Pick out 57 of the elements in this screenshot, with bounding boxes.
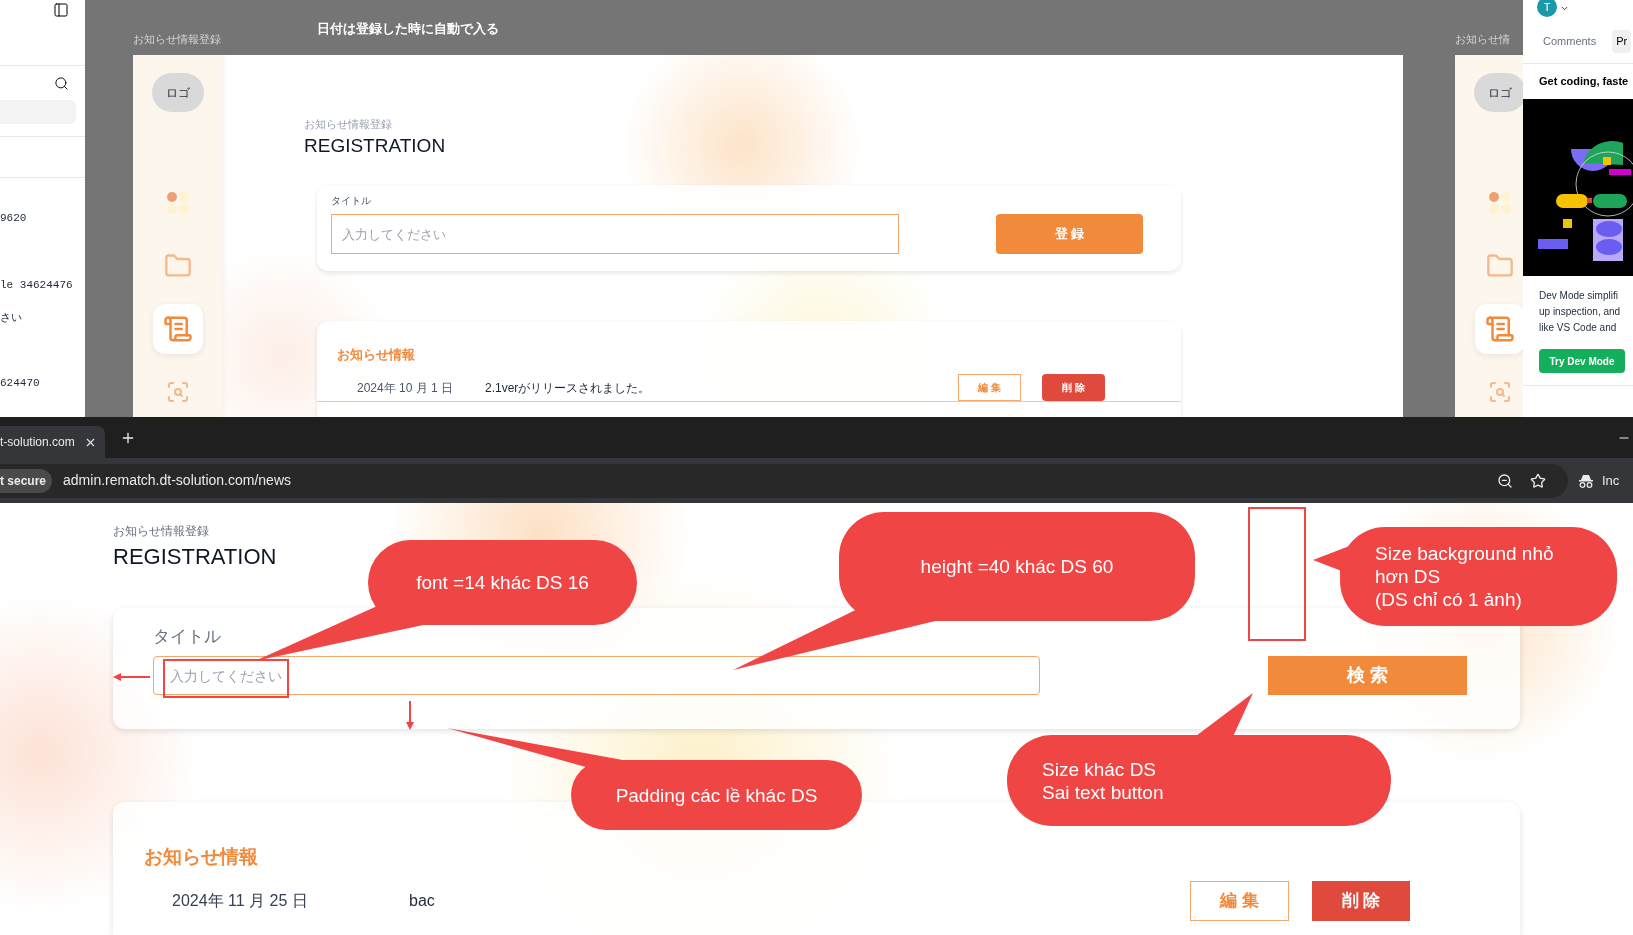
delete-button[interactable]: 削 除 — [1312, 881, 1410, 921]
search-icon — [1487, 380, 1512, 404]
field-label: タイトル — [331, 194, 372, 207]
title-input[interactable]: 入力してください — [153, 656, 1040, 695]
search-icon[interactable] — [54, 76, 69, 91]
frame-label: お知らせ情報登録 — [133, 32, 222, 47]
bookmark-star-icon[interactable] — [1530, 472, 1546, 489]
annotation-text: Size background nhỏ hơn DS (DS chỉ có 1 ảnh) — [1375, 542, 1555, 611]
news-text: bac — [409, 891, 435, 911]
document-icon — [1484, 314, 1515, 344]
page-title: REGISTRATION — [113, 544, 277, 570]
nav-item[interactable] — [152, 304, 203, 354]
page-subtitle: お知らせ情報登録 — [304, 117, 393, 131]
panel-tab[interactable]: Comments — [1539, 30, 1601, 53]
section-heading: お知らせ情報 — [337, 346, 416, 364]
layer-row[interactable]: 9620 — [0, 210, 85, 227]
zoom-icon[interactable] — [1497, 472, 1513, 489]
dots-icon — [164, 190, 191, 216]
search-icon — [165, 380, 190, 404]
title-input[interactable]: 入力してください — [331, 214, 899, 254]
security-chip[interactable]: t secure — [0, 468, 53, 493]
logo: ロゴ — [1473, 73, 1523, 112]
address-bar[interactable]: t secure admin.rematch.dt-solution.com/news — [0, 463, 1568, 498]
news-text: 2.1verがリリースされました。 — [485, 379, 651, 397]
layer-row[interactable]: le 34624476 — [0, 276, 85, 293]
folder-icon — [1485, 252, 1514, 280]
folder-icon — [163, 252, 192, 280]
incognito-icon — [1578, 473, 1594, 488]
annotation-text: font =14 khác DS 16 — [416, 571, 589, 594]
dots-icon — [1486, 190, 1513, 216]
page-title: REGISTRATION — [304, 134, 447, 158]
news-date: 2024年 11 月 25 日 — [172, 891, 309, 911]
design-note: 日付は登録した時に自動で入る — [317, 20, 499, 38]
url-text: admin.rematch.dt-solution.com/news — [63, 471, 292, 490]
sidebar-toggle-icon[interactable] — [53, 2, 69, 18]
profile-label[interactable]: Inc — [1602, 470, 1620, 491]
layer-row[interactable]: 624470 — [0, 374, 85, 391]
annotation-text: Padding các lề khác DS — [615, 783, 818, 807]
news-date: 2024年 10 月 1 日 — [357, 379, 455, 397]
field-label: タイトル — [153, 626, 222, 648]
frame-label: お知らせ情 — [1455, 32, 1510, 47]
layer-row[interactable]: さい — [0, 310, 85, 327]
logo: ロゴ — [151, 73, 204, 112]
promo-text: Dev Mode simplifi up inspection, and like VS Code and — [1538, 289, 1622, 335]
arrow — [406, 700, 414, 730]
nav-item[interactable] — [1474, 304, 1523, 354]
chevron-icon[interactable] — [1560, 4, 1569, 13]
promo-heading: Get coding, faste — [1538, 74, 1630, 88]
arrow — [113, 673, 151, 681]
document-icon — [162, 314, 193, 344]
page-subtitle: お知らせ情報登録 — [113, 523, 210, 539]
annotation-text: Size khác DS Sai text button — [1042, 757, 1164, 804]
delete-button[interactable]: 削 除 — [1042, 374, 1105, 401]
annotation-text: height =40 khác DS 60 — [920, 555, 1114, 578]
browser-tab[interactable]: t-solution.com — [0, 426, 105, 458]
panel-tab[interactable]: Pr — [1612, 30, 1632, 53]
section-heading: お知らせ情報 — [144, 845, 259, 869]
